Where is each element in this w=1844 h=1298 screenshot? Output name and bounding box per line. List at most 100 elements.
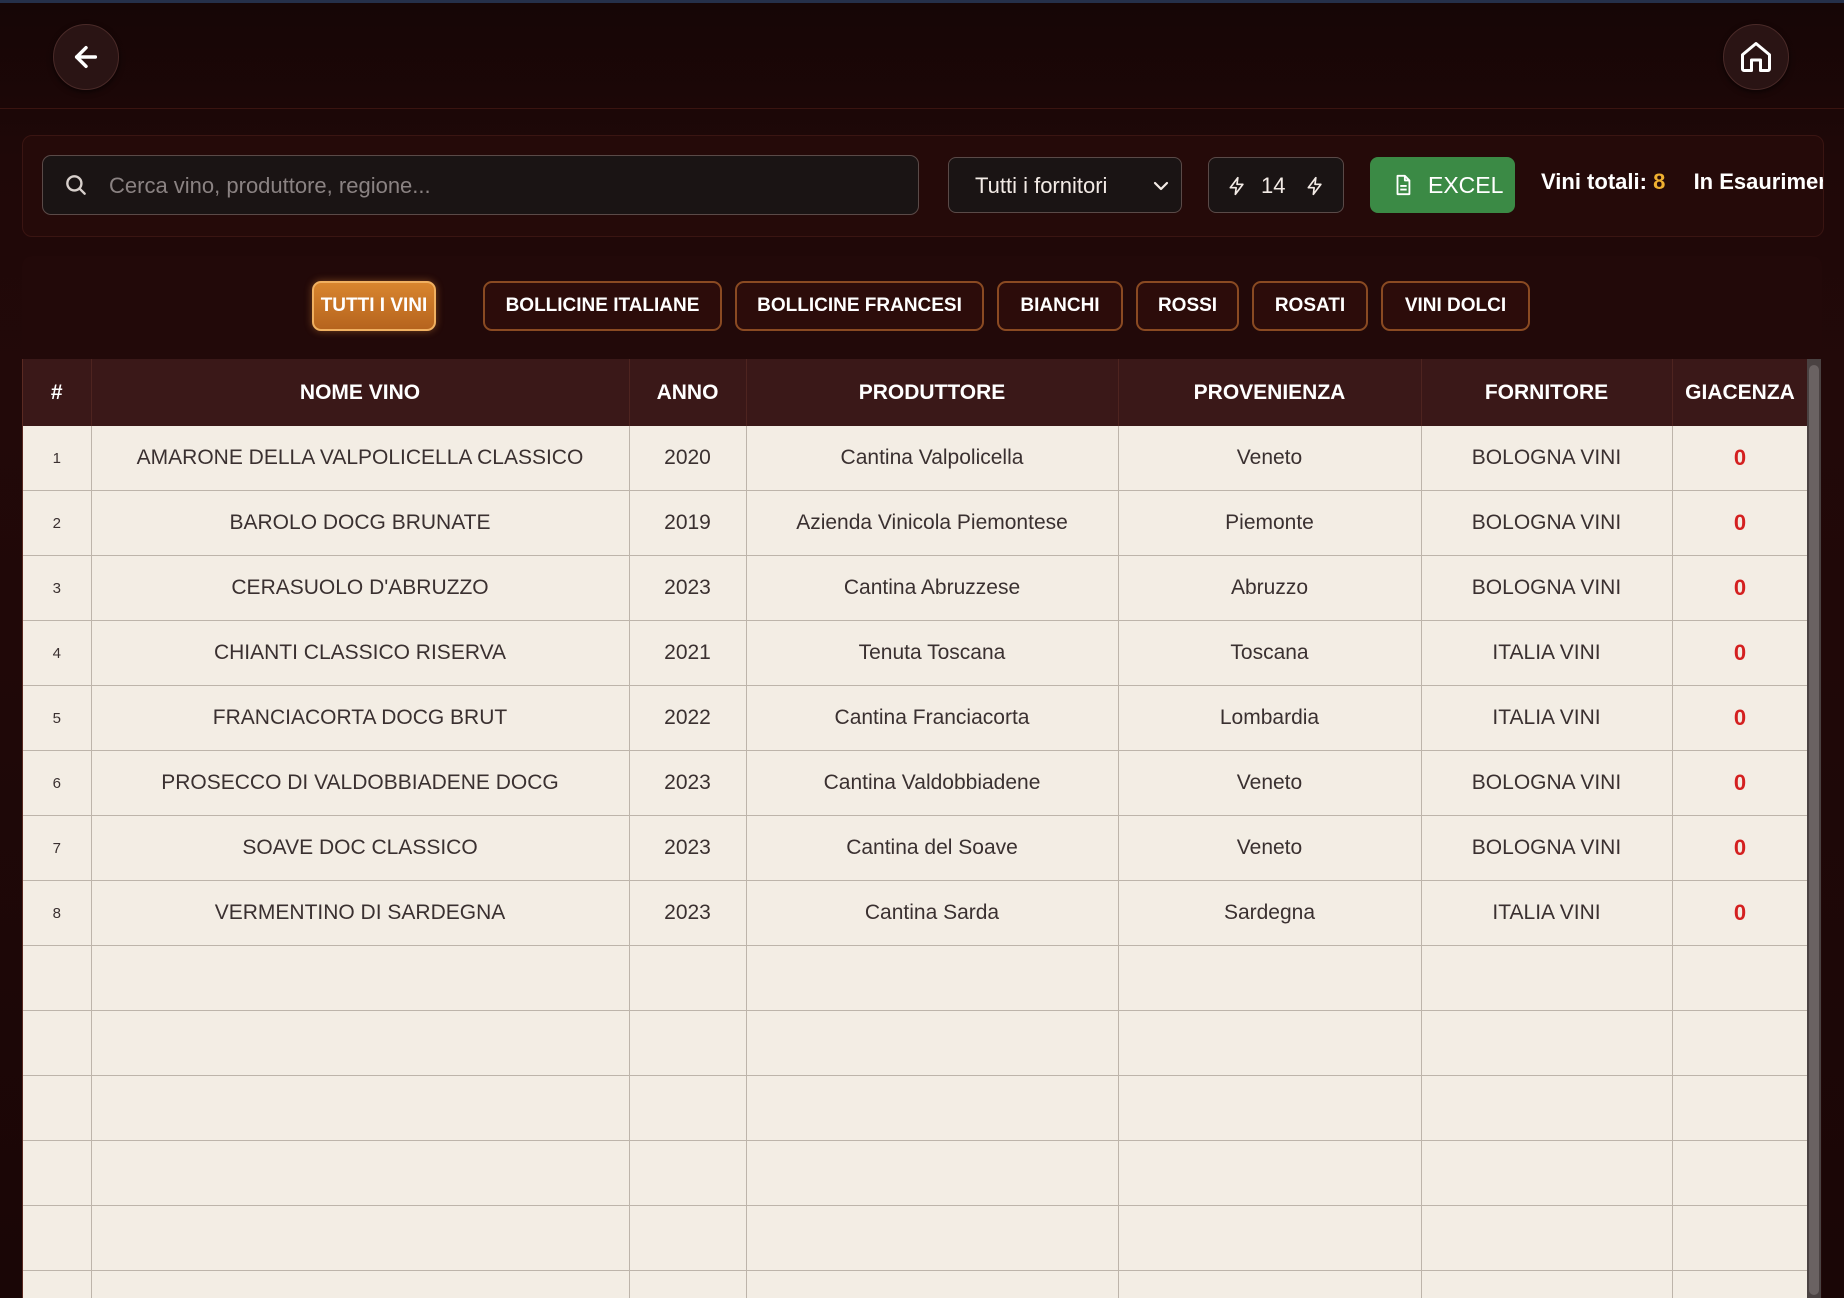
cell-giacenza: 0 — [1672, 750, 1808, 816]
wine-table: # NOME VINO ANNO PRODUTTORE PROVENIENZA … — [23, 359, 1808, 1298]
category-label: VINI DOLCI — [1404, 295, 1507, 316]
cell-produttore: Azienda Vinicola Piemontese — [746, 490, 1119, 556]
cell-produttore: Cantina Sarda — [746, 880, 1119, 946]
empty-cell — [91, 1140, 630, 1206]
cell-fornitore: ITALIA VINI — [1421, 880, 1673, 946]
table-row[interactable]: 8 VERMENTINO DI SARDEGNA 2023 Cantina Sarda… — [23, 880, 1808, 946]
low-stock-label: In Esaurimento — [1693, 169, 1823, 194]
file-icon — [1396, 174, 1411, 196]
cell-giacenza: 0 — [1672, 555, 1808, 621]
empty-table-row — [23, 1010, 1808, 1076]
category-tab-tutti[interactable]: TUTTI I VINI — [312, 281, 436, 331]
cell-giacenza: 0 — [1672, 490, 1808, 556]
cell-anno: 2023 — [629, 555, 747, 621]
column-header-index[interactable]: # — [23, 359, 92, 426]
table-row[interactable]: 7 SOAVE DOC CLASSICO 2023 Cantina del Soave… — [23, 815, 1808, 881]
empty-cell — [1421, 1140, 1673, 1206]
cell-fornitore: ITALIA VINI — [1421, 685, 1673, 751]
back-button[interactable] — [53, 24, 119, 90]
table-row[interactable]: 6 PROSECCO DI VALDOBBIADENE DOCG 2023 Canti… — [23, 750, 1808, 816]
category-label: ROSSI — [1157, 295, 1218, 316]
wine-table-container[interactable]: # NOME VINO ANNO PRODUTTORE PROVENIENZA … — [22, 359, 1808, 1298]
empty-cell — [1118, 1075, 1422, 1141]
excel-label: EXCEL — [1428, 172, 1504, 198]
supplier-select[interactable]: Tutti i fornitori — [948, 157, 1182, 213]
table-row[interactable]: 2 BAROLO DOCG BRUNATE 2019 Azienda Vinicola… — [23, 490, 1808, 556]
column-header-giacenza[interactable]: GIACENZA — [1672, 359, 1808, 426]
threshold-stepper[interactable]: 14 — [1208, 157, 1344, 213]
cell-anno: 2019 — [629, 490, 747, 556]
cell-produttore: Cantina Franciacorta — [746, 685, 1119, 751]
cell-fornitore: BOLOGNA VINI — [1421, 750, 1673, 816]
empty-cell — [1421, 1075, 1673, 1141]
column-header-produttore[interactable]: PRODUTTORE — [746, 359, 1119, 426]
category-tab-bollicine-italiane[interactable]: BOLLICINE ITALIANE — [483, 281, 722, 331]
cell-index: 2 — [23, 490, 92, 556]
bolt-decrement-icon[interactable] — [1227, 175, 1247, 197]
cell-produttore: Cantina del Soave — [746, 815, 1119, 881]
empty-cell — [1672, 1010, 1808, 1076]
category-tab-rossi[interactable]: ROSSI — [1136, 281, 1239, 331]
search-input[interactable] — [107, 156, 901, 216]
empty-cell — [1118, 1205, 1422, 1271]
cell-produttore: Tenuta Toscana — [746, 620, 1119, 686]
table-row[interactable]: 5 FRANCIACORTA DOCG BRUT 2022 Cantina Franc… — [23, 685, 1808, 751]
empty-cell — [1118, 1270, 1422, 1298]
cell-nome-vino: AMARONE DELLA VALPOLICELLA CLASSICO — [91, 426, 630, 491]
column-header-anno[interactable]: ANNO — [629, 359, 747, 426]
empty-cell — [23, 1205, 92, 1271]
empty-cell — [629, 945, 747, 1011]
cell-fornitore: BOLOGNA VINI — [1421, 555, 1673, 621]
empty-cell — [629, 1075, 747, 1141]
cell-index: 1 — [23, 426, 92, 491]
cell-giacenza: 0 — [1672, 880, 1808, 946]
table-row[interactable]: 4 CHIANTI CLASSICO RISERVA 2021 Tenuta Tosc… — [23, 620, 1808, 686]
table-row[interactable]: 3 CERASUOLO D'ABRUZZO 2023 Cantina Abruzzes… — [23, 555, 1808, 621]
column-header-fornitore[interactable]: FORNITORE — [1421, 359, 1673, 426]
empty-cell — [746, 1010, 1119, 1076]
category-tab-rosati[interactable]: ROSATI — [1252, 281, 1368, 331]
cell-anno: 2023 — [629, 880, 747, 946]
app-window: Tutti i fornitori 14 EXCEL Vini totali: … — [0, 0, 1844, 1298]
empty-cell — [746, 1075, 1119, 1141]
cell-anno: 2020 — [629, 426, 747, 491]
empty-cell — [23, 1140, 92, 1206]
cell-provenienza: Lombardia — [1118, 685, 1422, 751]
empty-cell — [91, 1075, 630, 1141]
scrollbar-thumb[interactable] — [1809, 365, 1819, 1295]
cell-anno: 2022 — [629, 685, 747, 751]
category-tab-bianchi[interactable]: BIANCHI — [997, 281, 1123, 331]
category-tab-vini-dolci[interactable]: VINI DOLCI — [1381, 281, 1530, 331]
excel-export-button[interactable]: EXCEL — [1370, 157, 1515, 213]
home-button[interactable] — [1723, 24, 1789, 90]
empty-cell — [23, 1075, 92, 1141]
cell-nome-vino: SOAVE DOC CLASSICO — [91, 815, 630, 881]
search-box[interactable] — [42, 155, 919, 216]
cell-anno: 2023 — [629, 815, 747, 881]
empty-cell — [91, 1010, 630, 1076]
empty-cell — [746, 1205, 1119, 1271]
column-header-provenienza[interactable]: PROVENIENZA — [1118, 359, 1422, 426]
bolt-increment-icon[interactable] — [1305, 175, 1325, 197]
cell-index: 5 — [23, 685, 92, 751]
empty-cell — [629, 1270, 747, 1298]
search-icon — [66, 175, 86, 195]
empty-cell — [746, 945, 1119, 1011]
cell-produttore: Cantina Valpolicella — [746, 426, 1119, 491]
home-icon — [1741, 42, 1771, 72]
category-tab-bollicine-francesi[interactable]: BOLLICINE FRANCESI — [735, 281, 984, 331]
empty-cell — [23, 945, 92, 1011]
cell-nome-vino: VERMENTINO DI SARDEGNA — [91, 880, 630, 946]
empty-cell — [1118, 1140, 1422, 1206]
empty-cell — [91, 1205, 630, 1271]
table-row[interactable]: 1 AMARONE DELLA VALPOLICELLA CLASSICO 2020… — [23, 426, 1808, 491]
cell-index: 7 — [23, 815, 92, 881]
supplier-select-value: Tutti i fornitori — [975, 173, 1108, 198]
cell-giacenza: 0 — [1672, 685, 1808, 751]
empty-table-row — [23, 1140, 1808, 1206]
column-header-nome-vino[interactable]: NOME VINO — [91, 359, 630, 426]
category-label: BOLLICINE ITALIANE — [505, 295, 700, 316]
empty-cell — [1421, 1270, 1673, 1298]
cell-fornitore: ITALIA VINI — [1421, 620, 1673, 686]
arrow-left-icon — [74, 45, 98, 69]
